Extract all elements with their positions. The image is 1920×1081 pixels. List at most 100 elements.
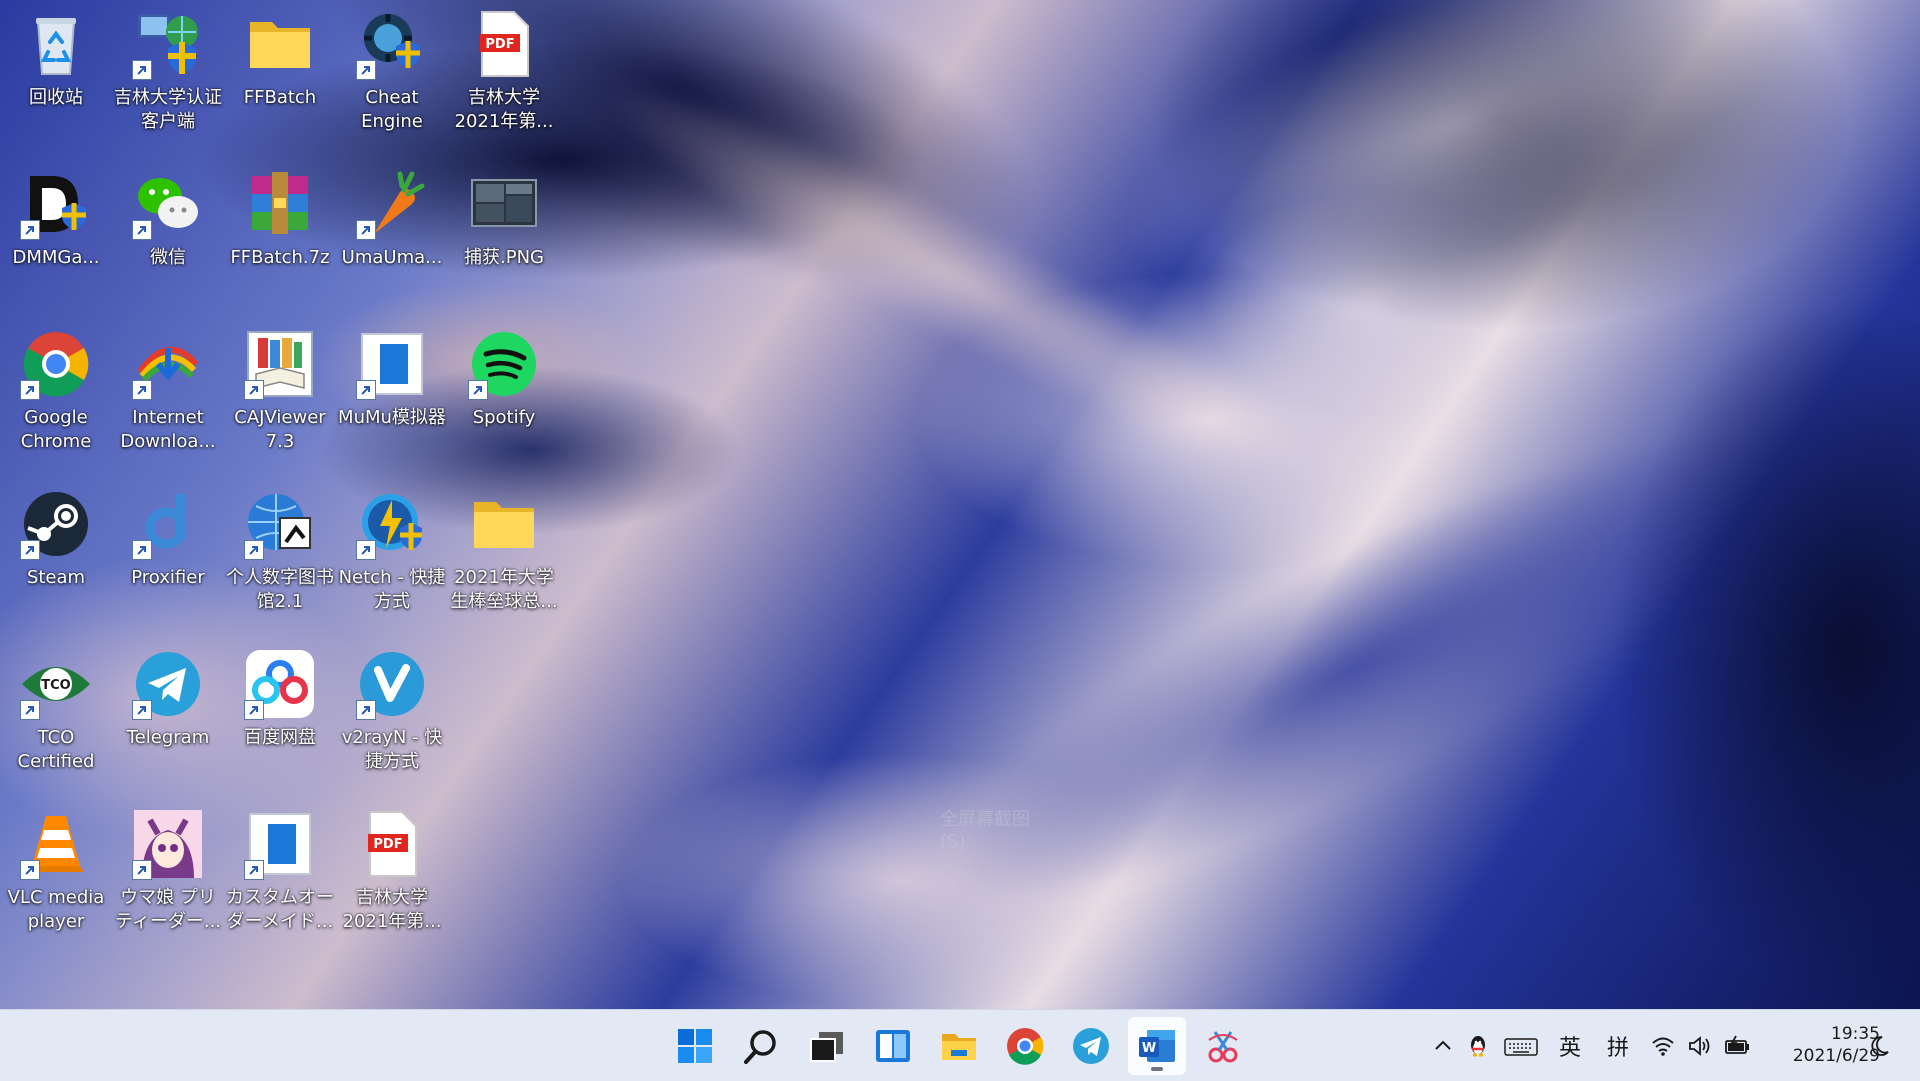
image-file-icon [468, 168, 540, 240]
notification-center-button[interactable] [1862, 1010, 1896, 1081]
ime-mode-toggle[interactable]: 拼 [1600, 1010, 1636, 1081]
widgets-button[interactable] [864, 1017, 922, 1075]
desktop-icon-baseball-folder[interactable]: 2021年大学生棒垒球总... [449, 480, 559, 630]
carrot-icon [356, 168, 428, 240]
internet-download-manager-icon [132, 328, 204, 400]
custom-order-maid-icon [244, 808, 316, 880]
task-view-icon [810, 1032, 843, 1062]
windows-start-icon [678, 1029, 712, 1063]
umamusume-icon [132, 808, 204, 880]
desktop-icon-google-chrome[interactable]: Google Chrome [1, 320, 111, 470]
word-icon: W [1139, 1030, 1175, 1062]
netch-icon [356, 488, 428, 560]
svg-text:W: W [1142, 1041, 1156, 1056]
desktop-icon-internet-download-manager[interactable]: Internet Downloa... [113, 320, 223, 470]
pdf-icon: PDF [356, 808, 428, 880]
widgets-icon [876, 1030, 910, 1062]
desktop-icon-mumu-emulator[interactable]: MuMu模拟器 [337, 320, 447, 470]
show-hidden-icons-button[interactable] [1428, 1010, 1458, 1081]
desktop-icon-cheat-engine[interactable]: Cheat Engine [337, 0, 447, 150]
desktop-icon-baidu-netdisk[interactable]: 百度网盘 [225, 640, 335, 790]
desktop-icon-v2rayn[interactable]: v2rayN - 快捷方式 [337, 640, 447, 790]
icon-label: Spotify [472, 407, 536, 428]
icon-label: Netch - 快捷方式 [338, 567, 446, 612]
desktop-icon-pdf-1[interactable]: PDF 吉林大学2021年第... [449, 0, 559, 150]
task-view-button[interactable] [798, 1017, 856, 1075]
wechat-icon [132, 168, 204, 240]
cajviewer-icon [244, 328, 316, 400]
file-explorer-icon [942, 1034, 976, 1060]
desktop-icon-cajviewer[interactable]: CAJViewer 7.3 [225, 320, 335, 470]
tray-battery[interactable] [1720, 1010, 1754, 1081]
telegram-taskbar-button[interactable] [1062, 1017, 1120, 1075]
telegram-icon [1073, 1028, 1109, 1064]
wallpaper-swirl [1078, 0, 1822, 363]
shortcut-arrow-icon [356, 60, 376, 80]
shortcut-arrow-icon [20, 700, 40, 720]
desktop[interactable]: 回收站 吉林大学认证客户端 FFBatch Cheat Engine PDF 吉… [0, 0, 1920, 1009]
desktop-icon-recycle-bin[interactable]: 回收站 [1, 0, 111, 150]
shortcut-arrow-icon [132, 700, 152, 720]
word-taskbar-button[interactable]: W [1128, 1017, 1186, 1075]
shortcut-arrow-icon [132, 220, 152, 240]
battery-charging-icon [1725, 1035, 1749, 1054]
keyboard-icon [1504, 1037, 1538, 1056]
icon-label: カスタムオーダーメイド... [226, 887, 334, 932]
tray-qq[interactable] [1462, 1010, 1494, 1081]
icon-label: Internet Downloa... [120, 407, 216, 452]
chrome-taskbar-button[interactable] [996, 1017, 1054, 1075]
shortcut-arrow-icon [20, 220, 40, 240]
desktop-icon-vlc[interactable]: VLC media player [1, 800, 111, 950]
icon-label: Google Chrome [20, 407, 92, 452]
desktop-icon-tco-certified[interactable]: TCO TCO Certified [1, 640, 111, 790]
icon-label: MuMu模拟器 [338, 407, 446, 428]
icon-label: CAJViewer 7.3 [234, 407, 326, 452]
tray-volume[interactable] [1684, 1010, 1714, 1081]
svg-text:TCO: TCO [41, 678, 70, 693]
file-explorer-button[interactable] [930, 1017, 988, 1075]
desktop-icon-steam[interactable]: Steam [1, 480, 111, 630]
desktop-icon-umauma[interactable]: UmaUma... [337, 160, 447, 310]
network-client-icon [132, 8, 204, 80]
shortcut-arrow-icon [20, 380, 40, 400]
spotify-icon [468, 328, 540, 400]
desktop-icon-proxifier[interactable]: Proxifier [113, 480, 223, 630]
proxifier-icon [132, 488, 204, 560]
shortcut-arrow-icon [20, 860, 40, 880]
desktop-icon-pdf-2[interactable]: PDF 吉林大学2021年第... [337, 800, 447, 950]
ime-language-toggle[interactable]: 英 [1552, 1010, 1588, 1081]
running-indicator [1151, 1067, 1163, 1071]
snipping-tool-button[interactable] [1194, 1017, 1252, 1075]
icon-label: UmaUma... [341, 247, 443, 268]
desktop-icon-wechat[interactable]: 微信 [113, 160, 223, 310]
desktop-icon-ffbatch-7z[interactable]: FFBatch.7z [225, 160, 335, 310]
icon-label: 吉林大学2021年第... [454, 87, 554, 132]
mumu-emulator-icon [356, 328, 428, 400]
desktop-icon-netch[interactable]: Netch - 快捷方式 [337, 480, 447, 630]
ime-mode-label: 拼 [1606, 1035, 1629, 1061]
screenshot-watermark: 全屏幕截图(S) [940, 809, 1030, 852]
winrar-archive-icon [244, 168, 316, 240]
tray-network[interactable] [1648, 1010, 1678, 1081]
desktop-icon-digital-library[interactable]: 个人数字图书馆2.1 [225, 480, 335, 630]
search-icon [744, 1030, 776, 1064]
start-button[interactable] [666, 1017, 724, 1075]
icon-label: 微信 [150, 247, 186, 268]
icon-label: 2021年大学生棒垒球总... [450, 567, 558, 612]
desktop-icon-capture-png[interactable]: 捕获.PNG [449, 160, 559, 310]
baidu-netdisk-icon [244, 648, 316, 720]
wifi-icon [1652, 1037, 1674, 1056]
tray-touch-keyboard[interactable] [1500, 1010, 1542, 1081]
desktop-icon-spotify[interactable]: Spotify [449, 320, 559, 470]
desktop-icon-jlu-client[interactable]: 吉林大学认证客户端 [113, 0, 223, 150]
desktop-icon-umamusume[interactable]: ウマ娘 プリティーダー... [113, 800, 223, 950]
desktop-icon-custom-order-maid[interactable]: カスタムオーダーメイド... [225, 800, 335, 950]
shortcut-arrow-icon [132, 540, 152, 560]
chrome-icon [20, 328, 92, 400]
search-button[interactable] [732, 1017, 790, 1075]
icon-label: 吉林大学2021年第... [342, 887, 442, 932]
desktop-icon-ffbatch-folder[interactable]: FFBatch [225, 0, 335, 150]
shortcut-arrow-icon [244, 380, 264, 400]
desktop-icon-dmm-games[interactable]: DMMGa... [1, 160, 111, 310]
desktop-icon-telegram[interactable]: Telegram [113, 640, 223, 790]
